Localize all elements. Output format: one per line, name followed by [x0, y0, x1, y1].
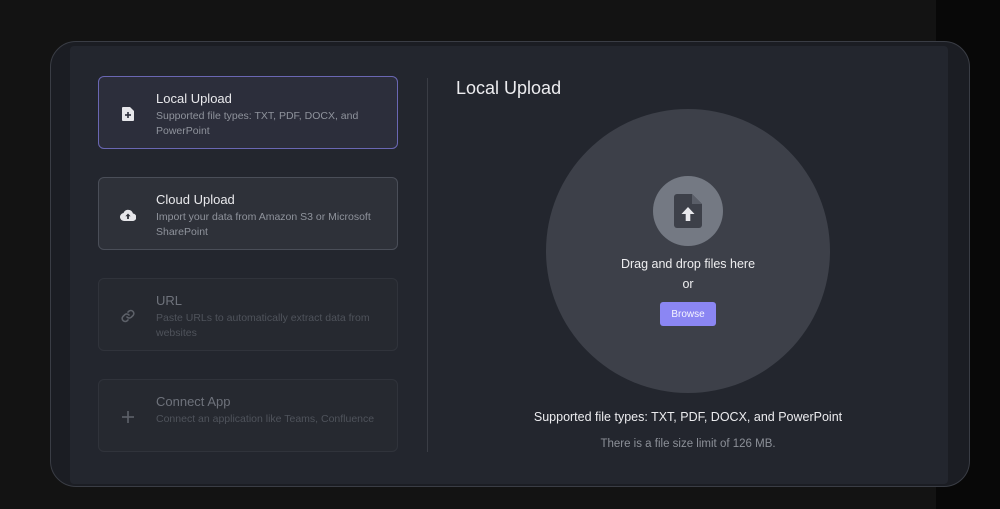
option-description: Import your data from Amazon S3 or Micro… [156, 211, 371, 238]
vertical-divider [427, 78, 428, 452]
file-plus-icon [119, 105, 137, 123]
browse-button[interactable]: Browse [660, 302, 716, 326]
option-description: Paste URLs to automatically extract data… [156, 312, 370, 339]
option-local-upload[interactable]: Local Upload Supported file types: TXT, … [98, 76, 398, 149]
option-connect-app[interactable]: Connect App Connect an application like … [98, 379, 398, 452]
option-title: Connect App [156, 394, 231, 409]
supported-types-text: Supported file types: TXT, PDF, DOCX, an… [533, 410, 843, 424]
option-title: Cloud Upload [156, 192, 235, 207]
or-text: or [682, 277, 694, 291]
page-title: Local Upload [456, 78, 562, 98]
file-size-limit-text: There is a file size limit of 126 MB. [600, 438, 776, 450]
option-title: URL [156, 293, 183, 308]
cloud-upload-icon [119, 206, 137, 224]
link-icon [119, 307, 137, 325]
dropzone[interactable] [546, 109, 830, 393]
file-upload-icon [653, 176, 723, 246]
plus-icon [119, 408, 137, 426]
option-description: Connect an application like Teams, Confl… [156, 413, 375, 425]
option-title: Local Upload [156, 91, 232, 106]
option-description: Supported file types: TXT, PDF, DOCX, an… [156, 110, 359, 137]
option-url[interactable]: URL Paste URLs to automatically extract … [98, 278, 398, 351]
drag-drop-text: Drag and drop files here [620, 257, 756, 271]
option-cloud-upload[interactable]: Cloud Upload Import your data from Amazo… [98, 177, 398, 250]
